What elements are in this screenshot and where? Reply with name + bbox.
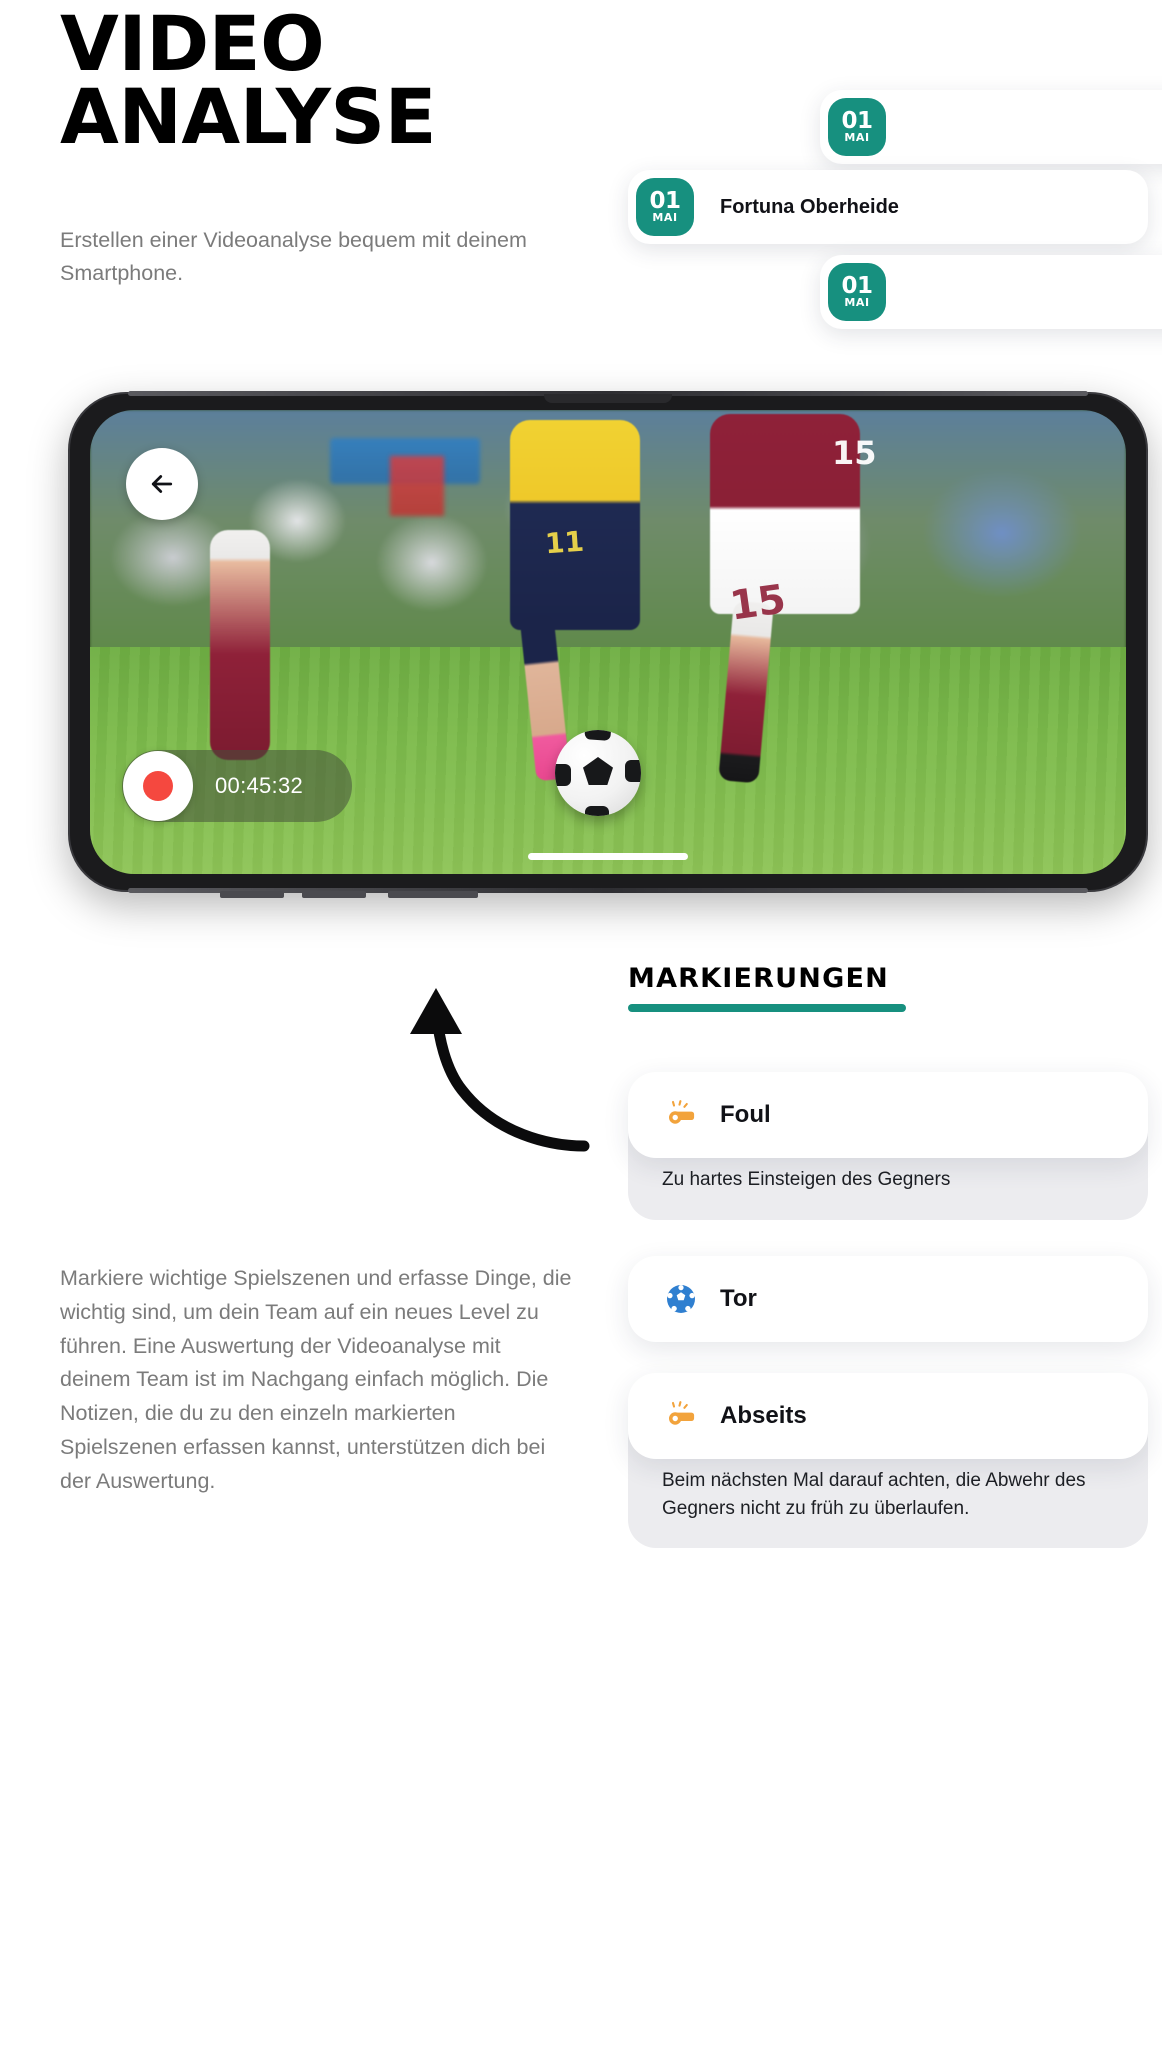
marking-label: Foul — [720, 1101, 771, 1128]
record-controls: 00:45:32 — [122, 750, 352, 822]
date-badge-month: MAI — [844, 296, 870, 310]
video-background-flag — [390, 456, 444, 517]
video-player-left — [210, 530, 270, 760]
video-soccer-ball — [555, 730, 641, 816]
phone-screen: 11 15 15 00:45:32 — [90, 410, 1126, 874]
date-badge-day: 01 — [841, 107, 873, 134]
video-jersey-number-15-shorts: 15 — [727, 576, 789, 630]
markings-heading-underline — [628, 1004, 906, 1012]
date-badge-month: MAI — [652, 211, 678, 225]
power-button[interactable] — [388, 891, 478, 898]
page-title: VIDEO ANALYSE — [60, 6, 680, 161]
phone-notch — [544, 394, 672, 403]
volume-up-button[interactable] — [220, 891, 284, 898]
volume-down-button[interactable] — [302, 891, 366, 898]
whistle-icon — [664, 1399, 698, 1433]
marking-label: Tor — [720, 1285, 757, 1312]
hero-subtitle: Erstellen einer Videoanalyse bequem mit … — [60, 228, 527, 286]
record-dot-icon — [143, 771, 173, 801]
landing-page: VIDEO ANALYSE Erstellen einer Videoanaly… — [0, 0, 1162, 2048]
phone-frame: 11 15 15 00:45:32 — [68, 391, 1148, 898]
back-button[interactable] — [126, 448, 198, 520]
whistle-icon — [664, 1098, 698, 1132]
recording-timer: 00:45:32 — [215, 773, 304, 798]
date-badge: 01 MAI — [828, 263, 886, 321]
marking-card-tor[interactable]: Tor — [628, 1256, 1148, 1342]
video-jersey-number-15-top: 15 — [832, 434, 877, 472]
date-chip-name: Fortuna Oberheide — [720, 195, 899, 218]
date-badge-day: 01 — [841, 272, 873, 299]
date-chip[interactable]: 01 MAI — [820, 255, 1162, 329]
home-indicator — [528, 853, 688, 860]
video-jersey-number-11: 11 — [543, 524, 586, 561]
record-button[interactable] — [123, 751, 193, 821]
body-paragraph: Markiere wichtige Spielszenen und erfass… — [60, 1266, 572, 1493]
marking-card-foul[interactable]: Foul — [628, 1072, 1148, 1158]
markings-heading: MARKIERUNGEN — [628, 963, 889, 994]
page-title-line-2: ANALYSE — [60, 71, 437, 161]
soccer-ball-icon — [664, 1282, 698, 1316]
date-badge-day: 01 — [649, 187, 681, 214]
arrow-left-icon — [145, 467, 179, 501]
date-badge: 01 MAI — [828, 98, 886, 156]
marking-label: Abseits — [720, 1402, 807, 1429]
phone-mockup: 11 15 15 00:45:32 — [68, 391, 1148, 898]
date-chip[interactable]: 01 MAI — [820, 90, 1162, 164]
curved-arrow-icon — [400, 960, 640, 1180]
marking-card-abseits[interactable]: Abseits — [628, 1373, 1148, 1459]
date-badge-month: MAI — [844, 131, 870, 145]
date-badge: 01 MAI — [636, 178, 694, 236]
date-chip[interactable]: 01 MAI Fortuna Oberheide — [628, 170, 1148, 244]
